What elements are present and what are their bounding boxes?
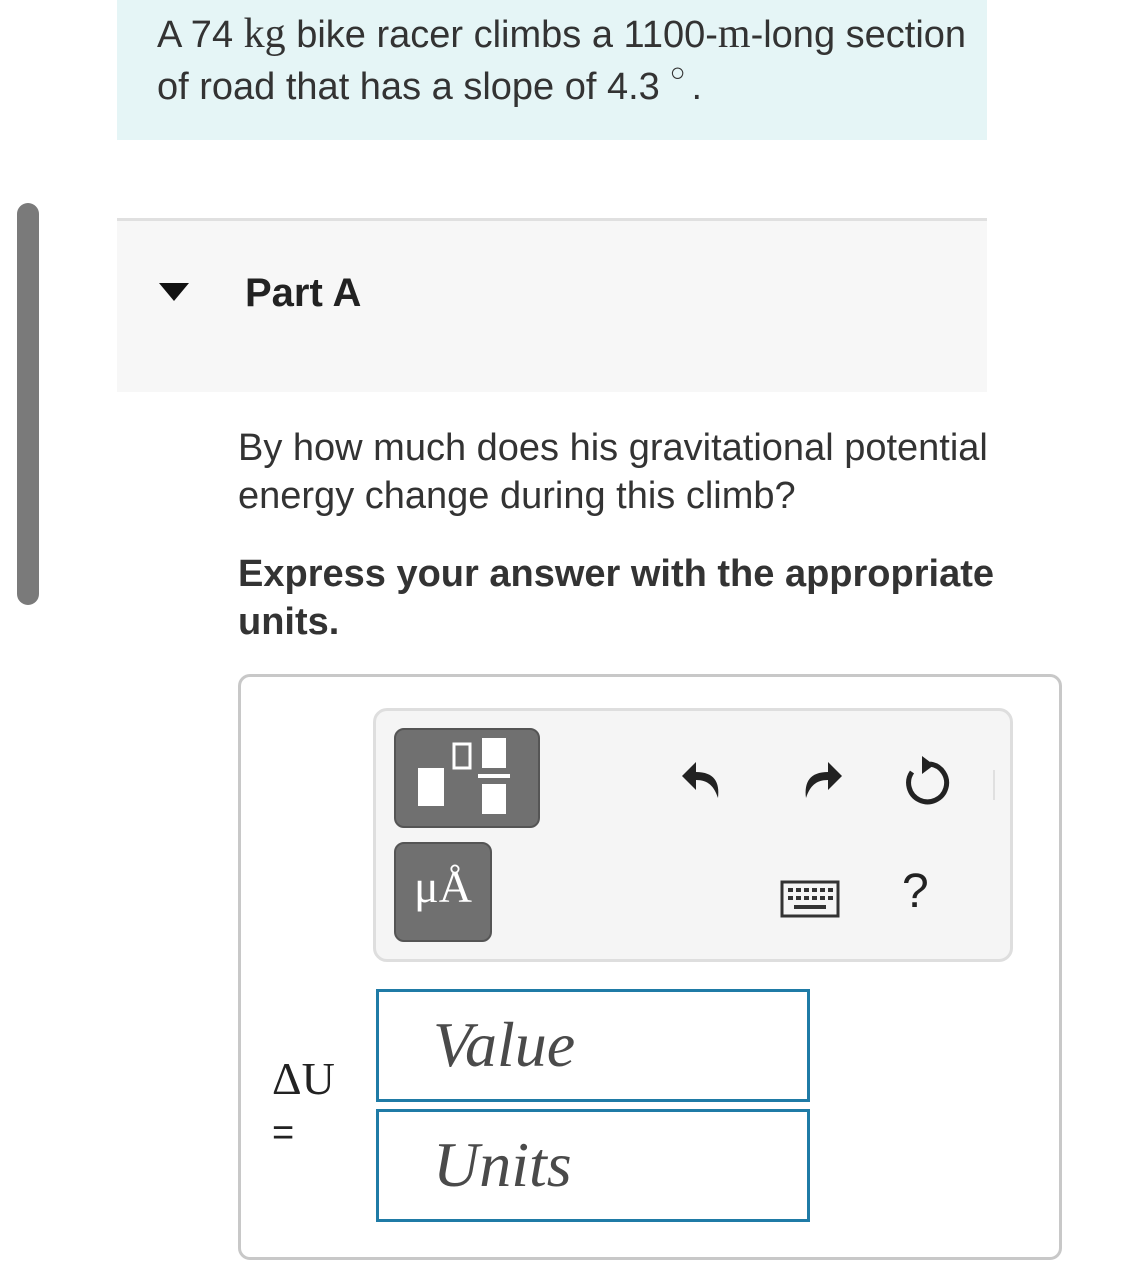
keyboard-icon[interactable]	[780, 880, 840, 918]
value-input[interactable]: Value	[376, 989, 810, 1102]
part-title: Part A	[245, 271, 362, 315]
templates-button[interactable]	[394, 728, 540, 828]
problem-middle: bike racer climbs a 1100-	[296, 14, 718, 56]
problem-period: .	[691, 66, 703, 108]
redo-icon[interactable]	[796, 752, 846, 802]
value-placeholder: Value	[433, 1009, 576, 1080]
problem-statement: A 74 kg bike racer climbs a 1100-m-long …	[117, 0, 987, 140]
units-input[interactable]: Units	[376, 1109, 810, 1222]
equals-sign: =	[272, 1112, 295, 1154]
toolbar-divider	[993, 770, 995, 800]
length-unit: m	[717, 11, 751, 57]
degree-symbol: ○	[669, 57, 686, 87]
units-button[interactable]: μÅ	[394, 842, 492, 942]
part-a-header[interactable]: Part A	[117, 218, 987, 392]
problem-text: A 74 kg bike racer climbs a 1100-m-long …	[157, 8, 977, 116]
reset-icon[interactable]	[900, 754, 952, 806]
variable-label: ΔU	[272, 1053, 335, 1104]
page: A 74 kg bike racer climbs a 1100-m-long …	[0, 0, 1125, 1284]
question-text: By how much does his gravitational poten…	[238, 427, 988, 517]
units-icon: μÅ	[414, 861, 472, 912]
instruction-text: Express your answer with the appropriate…	[238, 553, 994, 643]
mass-unit: kg	[243, 11, 286, 57]
help-icon[interactable]: ?	[902, 864, 929, 919]
templates-icon	[418, 738, 510, 814]
collapse-caret-icon[interactable]	[159, 283, 189, 301]
problem-prefix: A 74	[157, 14, 234, 56]
scrollbar-handle[interactable]	[17, 203, 39, 605]
units-placeholder: Units	[433, 1129, 572, 1200]
undo-icon[interactable]	[678, 752, 728, 802]
